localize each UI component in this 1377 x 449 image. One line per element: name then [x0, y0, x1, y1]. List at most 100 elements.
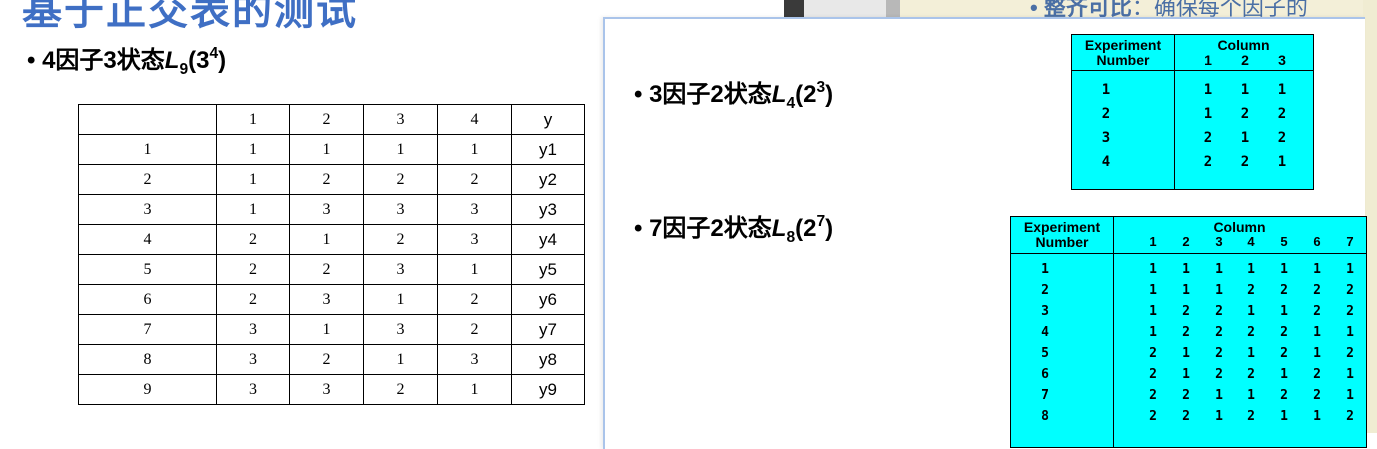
table-cell: 1 — [363, 134, 438, 165]
level-cell: 2 — [1240, 106, 1250, 122]
header-line-2: Number — [1035, 233, 1089, 250]
level-cell: 1 — [1240, 82, 1250, 98]
level-cell: 1 — [1280, 367, 1288, 382]
row-number-cell: 6 — [78, 284, 217, 315]
level-cell: 2 — [1215, 367, 1223, 382]
level-cell: 2 — [1182, 409, 1190, 424]
table-cell: 1 — [216, 164, 290, 195]
level-cell: 1 — [1247, 346, 1255, 361]
experiment-number-cell: 3 — [1101, 130, 1111, 146]
array-symbol: L — [771, 215, 787, 242]
bullet-text: • 7因子2状态 — [634, 215, 772, 242]
table-header-row: 1234y — [78, 104, 585, 135]
l4-orthogonal-table: Experiment Number Column 1 2 3 1 1 1 1 2 1 2 2 3 2 1 2… — [1071, 34, 1314, 190]
level-cell: 1 — [1313, 346, 1321, 361]
column-number: 2 — [1241, 52, 1249, 68]
level-cell: 1 — [1182, 262, 1190, 277]
array-base: (2 — [795, 81, 817, 108]
table-row: 9 3 3 2 1 y9 — [78, 374, 585, 405]
table-cell: 4 — [437, 104, 512, 135]
column-number: 3 — [1278, 52, 1286, 68]
level-cell: 2 — [1215, 325, 1223, 340]
experiment-number-cell: 8 — [1041, 409, 1049, 424]
level-cell: 1 — [1182, 367, 1190, 382]
table-cell: 2 — [289, 344, 364, 375]
level-cell: 1 — [1215, 262, 1223, 277]
level-cell: 2 — [1346, 346, 1354, 361]
level-cell: 1 — [1149, 262, 1157, 277]
response-cell: y9 — [511, 374, 585, 405]
array-symbol: L — [771, 81, 787, 108]
level-cell: 2 — [1277, 130, 1287, 146]
experiment-number-cell: 2 — [1041, 283, 1049, 298]
level-cell: 1 — [1182, 283, 1190, 298]
header-line-1: Experiment — [1084, 37, 1162, 53]
array-close: ) — [825, 215, 834, 242]
table-cell: 2 — [363, 164, 438, 195]
table-cell: 1 — [289, 134, 364, 165]
column-number: 6 — [1313, 234, 1321, 249]
level-cell: 2 — [1215, 304, 1223, 319]
table-row: 7 3 1 3 2 y7 — [78, 314, 585, 345]
table-cell: 2 — [437, 314, 512, 345]
level-cell: 1 — [1313, 262, 1321, 277]
level-cell: 2 — [1182, 325, 1190, 340]
level-cell: 1 — [1215, 388, 1223, 403]
table-row: 3 1 3 3 3 y3 — [78, 194, 585, 225]
level-cell: 1 — [1346, 262, 1354, 277]
table-cell: 3 — [289, 284, 364, 315]
level-cell: 2 — [1247, 325, 1255, 340]
response-cell: y8 — [511, 344, 585, 375]
table-cell: 2 — [289, 164, 364, 195]
table-row: 1 1 1 1 1 y1 — [78, 134, 585, 165]
table-cell: 2 — [216, 254, 290, 285]
response-cell: y7 — [511, 314, 585, 345]
level-cell: 2 — [1346, 283, 1354, 298]
table-cell: 3 — [437, 344, 512, 375]
level-cell: 2 — [1149, 346, 1157, 361]
table-cell: 2 — [363, 374, 438, 405]
row-number-cell: 3 — [78, 194, 217, 225]
level-cell: 1 — [1149, 325, 1157, 340]
level-cell: 2 — [1149, 367, 1157, 382]
level-cell: 1 — [1247, 388, 1255, 403]
response-cell: y6 — [511, 284, 585, 315]
column-number: 1 — [1204, 52, 1212, 68]
column-number: 5 — [1280, 234, 1288, 249]
row-number-cell: 5 — [78, 254, 217, 285]
level-cell: 2 — [1240, 154, 1250, 170]
row-number-cell: 9 — [78, 374, 217, 405]
table-cell: 1 — [289, 314, 364, 345]
table-cell: 3 — [216, 314, 290, 345]
level-cell: 2 — [1280, 388, 1288, 403]
experiment-number-cell: 3 — [1041, 304, 1049, 319]
background-slide-bullet: • 整齐可比：确保每个因子的 — [1030, 0, 1308, 17]
bullet-bold: • 整齐可比 — [1030, 0, 1132, 17]
column-number: 2 — [1182, 234, 1190, 249]
level-cell: 1 — [1149, 283, 1157, 298]
level-cell: 2 — [1247, 283, 1255, 298]
response-cell: y2 — [511, 164, 585, 195]
table-row: 2 1 2 2 2 y2 — [78, 164, 585, 195]
experiment-number-cell: 6 — [1041, 367, 1049, 382]
array-base: (3 — [188, 47, 210, 74]
level-cell: 2 — [1149, 409, 1157, 424]
response-cell: y5 — [511, 254, 585, 285]
table-cell: 2 — [289, 104, 364, 135]
header-line-2: Number — [1096, 51, 1150, 68]
window-strip — [804, 0, 886, 18]
table-cell: 2 — [437, 164, 512, 195]
level-cell: 2 — [1280, 283, 1288, 298]
row-number-cell: 1 — [78, 134, 217, 165]
level-cell: 1 — [1277, 154, 1287, 170]
column-number: 4 — [1247, 234, 1255, 249]
table-row: 4 2 1 2 3 y4 — [78, 224, 585, 255]
column-number: 1 — [1149, 234, 1157, 249]
level-cell: 2 — [1247, 367, 1255, 382]
experiment-number-header: Experiment Number — [1011, 220, 1113, 249]
array-base: (2 — [795, 215, 817, 242]
row-number-cell: 4 — [78, 224, 217, 255]
table-cell: 1 — [437, 254, 512, 285]
experiment-number-cell: 4 — [1101, 154, 1111, 170]
slide-title: 基于正交表的测试 — [22, 0, 358, 33]
